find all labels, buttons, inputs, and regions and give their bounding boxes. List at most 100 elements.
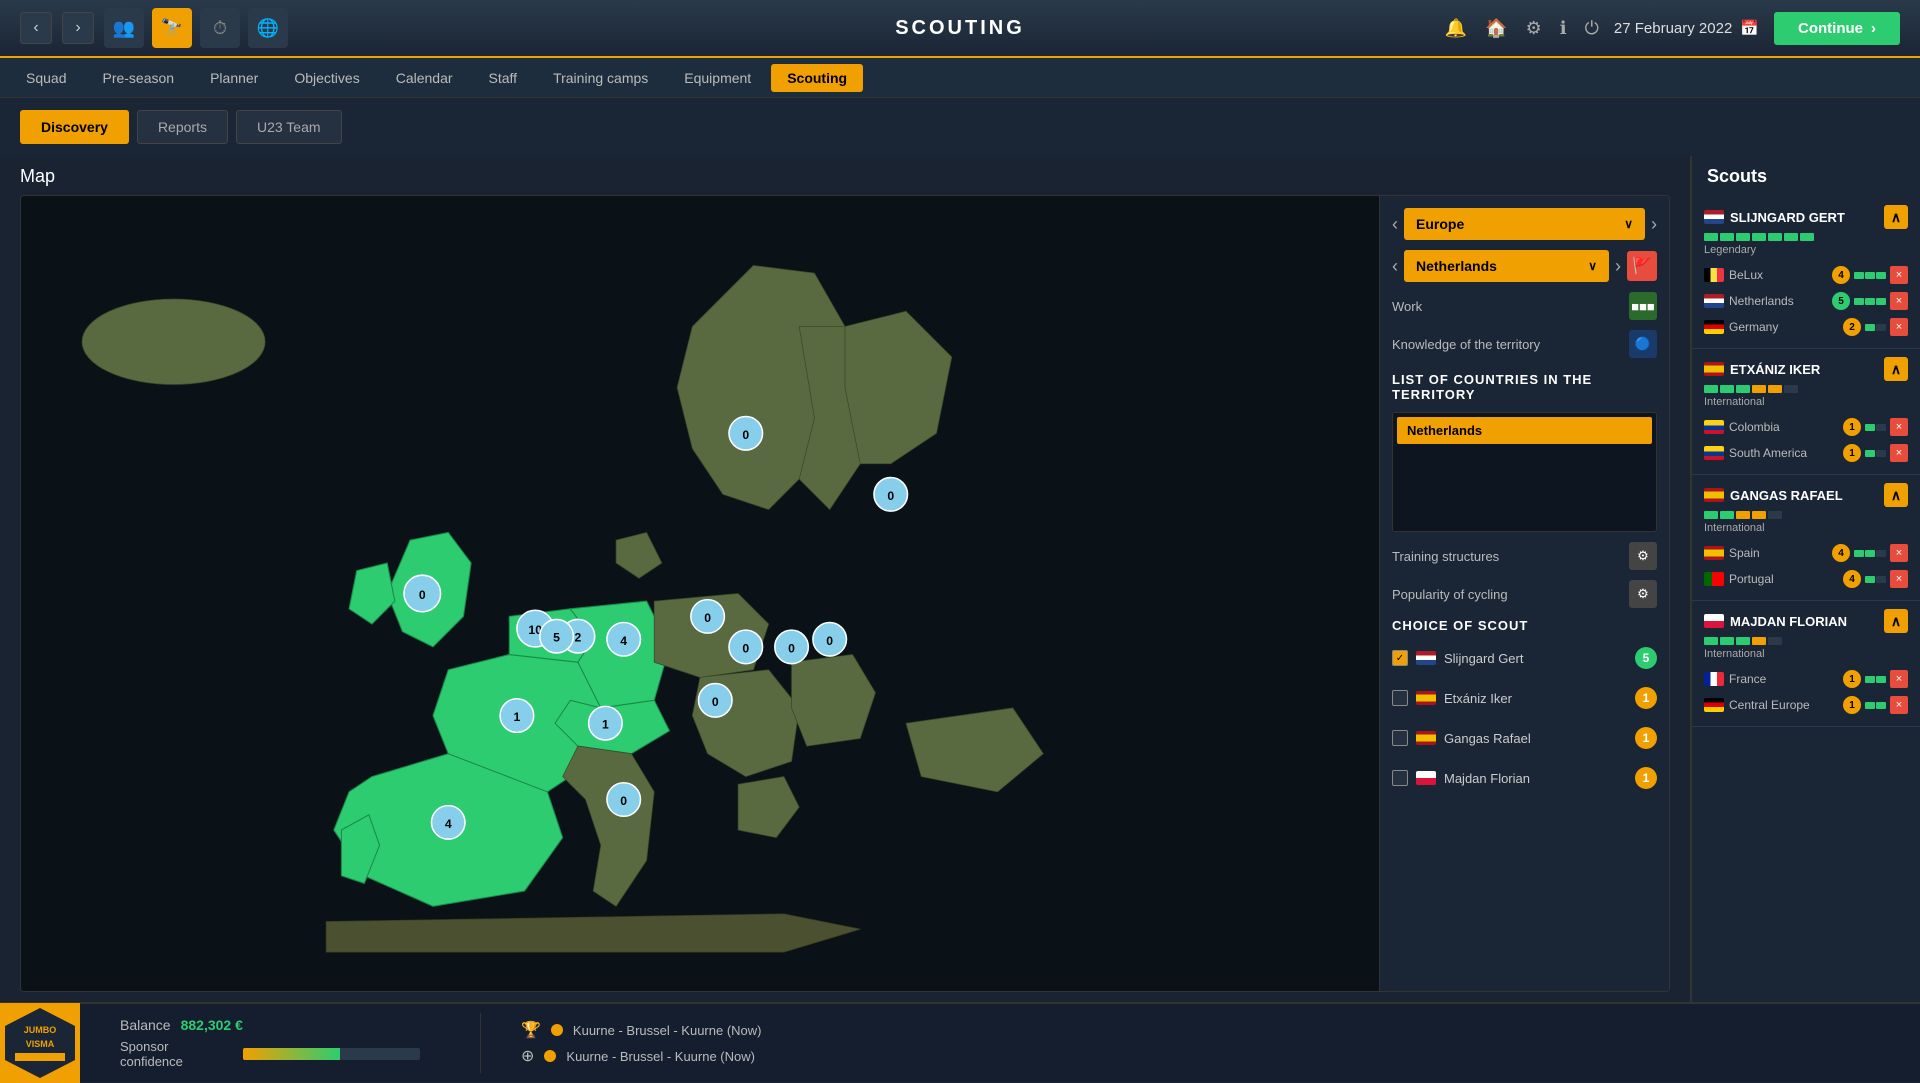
tab-equipment[interactable]: Equipment [668, 64, 767, 92]
nl-flag [1704, 294, 1724, 308]
tab-scouting[interactable]: Scouting [771, 64, 863, 92]
nl-num: 5 [1832, 292, 1850, 310]
scout-choice-majdan: Majdan Florian 1 [1392, 763, 1657, 793]
event-text-1: Kuurne - Brussel - Kuurne (Now) [573, 1023, 762, 1038]
team-logo-svg: JUMBO VISMA [0, 1003, 80, 1083]
region-prev-btn[interactable]: ‹ [1392, 214, 1398, 235]
scout-flag-es2 [1416, 731, 1436, 745]
co-flag [1704, 420, 1724, 434]
belux-remove-btn[interactable]: × [1890, 266, 1908, 284]
continue-button[interactable]: Continue › [1774, 12, 1900, 45]
divider [480, 1013, 481, 1073]
back-button[interactable]: ‹ [20, 12, 52, 44]
country-dropdown[interactable]: Netherlands ∨ [1404, 250, 1609, 282]
flag-button[interactable]: 🚩 [1627, 251, 1657, 281]
majdan-collapse-icon: ∧ [1891, 613, 1901, 630]
scout-count-majdan: 1 [1635, 767, 1657, 789]
country-list-item[interactable]: Netherlands [1397, 417, 1652, 444]
tab-squad[interactable]: Squad [10, 64, 82, 92]
slijngard-collapse-btn[interactable]: ∧ [1884, 205, 1908, 229]
balance-row: Balance 882,302 € [120, 1017, 420, 1033]
territory-spain: Spain 4 × [1704, 540, 1908, 566]
continue-arrow-icon: › [1871, 20, 1876, 37]
event-dot-1 [551, 1024, 563, 1036]
territory-central-europe: Central Europe 1 × [1704, 692, 1908, 718]
ce-remove-btn[interactable]: × [1890, 696, 1908, 714]
etxaniz-name: ETXÁNIZ IKER [1730, 362, 1820, 377]
home-icon[interactable]: 🏠 [1485, 18, 1507, 39]
gangas-collapse-icon: ∧ [1891, 487, 1901, 504]
tab-planner[interactable]: Planner [194, 64, 274, 92]
scout-card-majdan-header: MAJDAN FLORIAN ∧ [1704, 609, 1908, 633]
forward-button[interactable]: › [62, 12, 94, 44]
scouting-nav-icon[interactable]: 🔭 [152, 8, 192, 48]
training-structures-label: Training structures [1392, 549, 1499, 564]
majdan-collapse-btn[interactable]: ∧ [1884, 609, 1908, 633]
map-background[interactable]: 0 10 2 5 4 0 [21, 196, 1379, 991]
tab-staff[interactable]: Staff [473, 64, 534, 92]
event-row-1: 🏆 Kuurne - Brussel - Kuurne (Now) [521, 1020, 1900, 1040]
globe-icon[interactable]: 🌐 [248, 8, 288, 48]
tab-objectives[interactable]: Objectives [278, 64, 375, 92]
svg-text:0: 0 [742, 641, 749, 655]
bell-icon[interactable]: 🔔 [1445, 18, 1467, 39]
balance-label: Balance [120, 1017, 171, 1033]
scout-checkbox-etxaniz[interactable] [1392, 690, 1408, 706]
event-row-2: ⊕ Kuurne - Brussel - Kuurne (Now) [521, 1046, 1900, 1066]
slijngard-collapse-icon: ∧ [1891, 209, 1901, 226]
info-icon[interactable]: ℹ [1560, 18, 1567, 39]
fr-remove-btn[interactable]: × [1890, 670, 1908, 688]
squad-icon[interactable]: 👥 [104, 8, 144, 48]
territory-netherlands: Netherlands 5 × [1704, 288, 1908, 314]
territory-south-america: South America 1 × [1704, 440, 1908, 466]
svg-text:2: 2 [575, 631, 582, 645]
power-icon[interactable]: ⏻ [1585, 18, 1599, 39]
tab-calendar[interactable]: Calendar [380, 64, 469, 92]
svg-text:1: 1 [602, 718, 609, 732]
scout-name-slijngard: Slijngard Gert [1444, 651, 1627, 666]
sub-tab-u23[interactable]: U23 Team [236, 110, 342, 144]
region-dropdown[interactable]: Europe ∨ [1404, 208, 1645, 240]
svg-text:0: 0 [704, 611, 711, 625]
region-next-btn[interactable]: › [1651, 214, 1657, 235]
scout-checkbox-slijngard[interactable]: ✓ [1392, 650, 1408, 666]
sub-tab-reports[interactable]: Reports [137, 110, 228, 144]
ce-num: 1 [1843, 696, 1861, 714]
scout-checkbox-majdan[interactable] [1392, 770, 1408, 786]
skill-seg-4 [1752, 233, 1766, 241]
scout-checkbox-gangas[interactable] [1392, 730, 1408, 746]
tab-training-camps[interactable]: Training camps [537, 64, 664, 92]
skill-seg-6 [1784, 233, 1798, 241]
svg-text:JUMBO: JUMBO [24, 1025, 57, 1035]
etxaniz-collapse-btn[interactable]: ∧ [1884, 357, 1908, 381]
training-structures-row: Training structures ⚙ [1392, 542, 1657, 570]
country-prev-btn[interactable]: ‹ [1392, 256, 1398, 277]
tab-preseason[interactable]: Pre-season [86, 64, 190, 92]
sa-remove-btn[interactable]: × [1890, 444, 1908, 462]
de-remove-btn[interactable]: × [1890, 318, 1908, 336]
ce-flag [1704, 698, 1724, 712]
gangas-level: International [1704, 522, 1908, 534]
gangas-collapse-btn[interactable]: ∧ [1884, 483, 1908, 507]
skill-seg-2 [1720, 233, 1734, 241]
sub-tab-discovery[interactable]: Discovery [20, 110, 129, 144]
nl-remove-btn[interactable]: × [1890, 292, 1908, 310]
scout-flag-nl [1416, 651, 1436, 665]
slijngard-level: Legendary [1704, 244, 1908, 256]
svg-text:0: 0 [742, 428, 749, 442]
spain-remove-btn[interactable]: × [1890, 544, 1908, 562]
settings-icon[interactable]: ⚙ [1526, 18, 1542, 39]
svg-text:4: 4 [620, 634, 627, 648]
svg-text:0: 0 [620, 794, 627, 808]
calendar-icon[interactable]: 📅 [1740, 19, 1759, 37]
country-next-btn[interactable]: › [1615, 256, 1621, 277]
etxaniz-level: International [1704, 396, 1908, 408]
slijngard-skill-bar [1704, 233, 1908, 241]
pt-remove-btn[interactable]: × [1890, 570, 1908, 588]
event-text-2: Kuurne - Brussel - Kuurne (Now) [566, 1049, 755, 1064]
countries-list-title: LIST OF COUNTRIES IN THE TERRITORY [1392, 372, 1657, 402]
date-display: 27 February 2022 📅 [1614, 19, 1759, 37]
clock-icon[interactable]: ⏱ [200, 8, 240, 48]
co-remove-btn[interactable]: × [1890, 418, 1908, 436]
event-trophy-icon: 🏆 [521, 1020, 541, 1040]
